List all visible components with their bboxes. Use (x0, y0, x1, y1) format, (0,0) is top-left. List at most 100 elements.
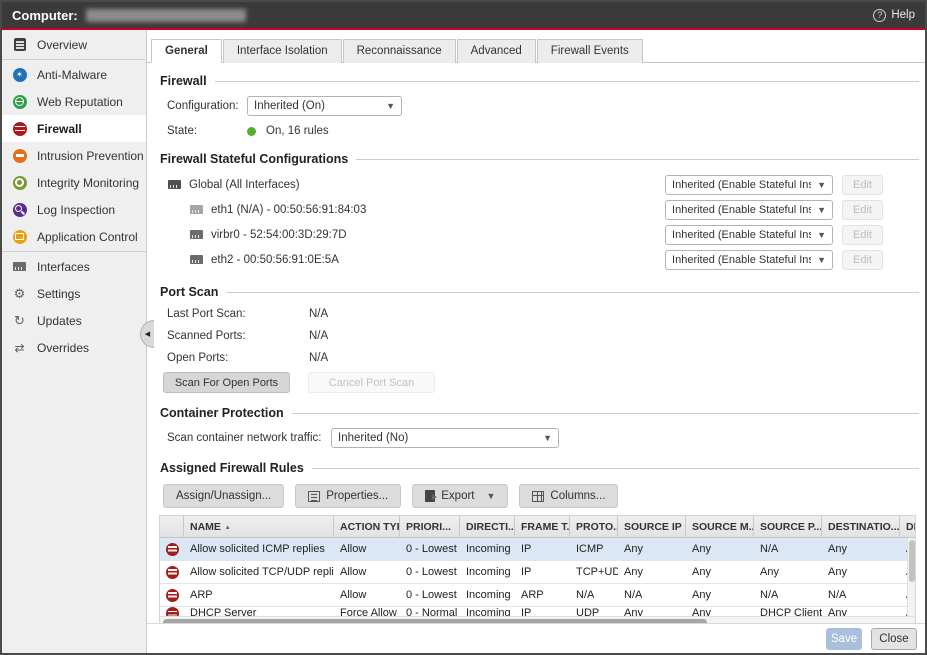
table-row[interactable]: Allow solicited TCP/UDP replies Allow 0 … (160, 561, 916, 584)
stateful-dropdown-virbr0[interactable]: Inherited (Enable Stateful Inspection)▼ (665, 225, 833, 245)
dialog-title: Computer: (12, 8, 78, 23)
firewall-section-title: Firewall (160, 74, 919, 88)
settings-gear-icon: ⚙ (12, 286, 27, 301)
dialog-footer: Save Close (147, 623, 925, 653)
open-ports-label: Open Ports: (167, 352, 309, 364)
columns-button[interactable]: Columns... (519, 484, 618, 508)
header-icon-column (160, 516, 184, 537)
firewall-configuration-dropdown[interactable]: Inherited (On) ▼ (247, 96, 402, 116)
header-priority[interactable]: PRIORI... (400, 516, 460, 537)
header-name[interactable]: NAME▴ (184, 516, 334, 537)
sidebar-item-web-reputation[interactable]: Web Reputation (2, 88, 146, 115)
sidebar-item-updates[interactable]: ↻ Updates (2, 307, 146, 334)
overrides-shuffle-icon: ⇄ (12, 340, 27, 355)
chevron-down-icon: ▼ (487, 491, 496, 501)
tab-bar: General Interface Isolation Reconnaissan… (147, 30, 925, 63)
help-label: Help (891, 9, 915, 21)
stateful-dropdown-eth2[interactable]: Inherited (Enable Stateful Inspection)▼ (665, 250, 833, 270)
tab-advanced[interactable]: Advanced (457, 39, 536, 63)
header-direction[interactable]: DIRECTI... (460, 516, 515, 537)
port-scan-section-title: Port Scan (160, 285, 919, 299)
chevron-down-icon: ▼ (386, 101, 395, 111)
sidebar-item-integrity-monitoring[interactable]: Integrity Monitoring (2, 169, 146, 196)
cell-priority: 0 - Lowest (400, 561, 460, 583)
rules-table: NAME▴ ACTION TYP... PRIORI... DIRECTI...… (159, 515, 916, 627)
header-action-type[interactable]: ACTION TYP... (334, 516, 400, 537)
edit-button-virbr0[interactable]: Edit (842, 225, 883, 245)
state-on-indicator (247, 127, 256, 136)
cell-source-port: Any (754, 561, 822, 583)
sidebar-item-label: Application Control (37, 230, 138, 244)
cell-frame-type: IP (515, 538, 570, 560)
cell-frame-type: ARP (515, 584, 570, 606)
tab-interface-isolation[interactable]: Interface Isolation (223, 39, 342, 63)
stateful-dropdown-global[interactable]: Inherited (Enable Stateful Inspection)▼ (665, 175, 833, 195)
scan-for-open-ports-button[interactable]: Scan For Open Ports (163, 372, 290, 393)
main-content: General Interface Isolation Reconnaissan… (147, 30, 925, 653)
properties-icon (308, 491, 320, 502)
properties-button[interactable]: Properties... (295, 484, 401, 508)
eth1-interface-icon (189, 202, 204, 217)
tab-firewall-events[interactable]: Firewall Events (537, 39, 643, 63)
dropdown-value: Inherited (On) (254, 100, 380, 112)
cell-direction: Incoming (460, 561, 515, 583)
header-source-mac[interactable]: SOURCE M... (686, 516, 754, 537)
sidebar-item-settings[interactable]: ⚙ Settings (2, 280, 146, 307)
cell-priority: 0 - Lowest (400, 584, 460, 606)
scanned-ports-value: N/A (309, 330, 328, 342)
cancel-port-scan-button[interactable]: Cancel Port Scan (308, 372, 435, 393)
edit-button-eth2[interactable]: Edit (842, 250, 883, 270)
save-button[interactable]: Save (826, 628, 862, 650)
header-frame-type[interactable]: FRAME T... (515, 516, 570, 537)
rules-table-header: NAME▴ ACTION TYP... PRIORI... DIRECTI...… (160, 516, 916, 538)
sidebar: Overview ✶ Anti-Malware Web Reputation F… (2, 30, 147, 653)
table-vertical-scrollbar[interactable] (907, 538, 915, 616)
cell-source-mac: Any (686, 561, 754, 583)
container-traffic-dropdown[interactable]: Inherited (No) ▼ (331, 428, 559, 448)
vertical-scrollbar-thumb[interactable] (909, 540, 915, 582)
header-destination[interactable]: DESTINATIO... (822, 516, 900, 537)
state-label: State: (167, 125, 247, 137)
sidebar-item-log-inspection[interactable]: Log Inspection (2, 196, 146, 223)
sidebar-item-label: Integrity Monitoring (37, 176, 139, 190)
updates-refresh-icon: ↻ (12, 313, 27, 328)
chevron-down-icon: ▼ (817, 255, 826, 265)
header-source-port[interactable]: SOURCE P... (754, 516, 822, 537)
export-icon (425, 490, 435, 502)
global-interfaces-icon (167, 177, 182, 192)
assign-unassign-button[interactable]: Assign/Unassign... (163, 484, 284, 508)
export-button[interactable]: Export▼ (412, 484, 508, 508)
edit-button-global[interactable]: Edit (842, 175, 883, 195)
container-protection-section-title: Container Protection (160, 406, 919, 420)
sidebar-item-label: Firewall (37, 122, 82, 136)
header-source-ip[interactable]: SOURCE IP (618, 516, 686, 537)
sidebar-item-firewall[interactable]: Firewall (2, 115, 146, 142)
chevron-down-icon: ▼ (817, 205, 826, 215)
close-button[interactable]: Close (871, 628, 917, 650)
cell-source-port: N/A (754, 538, 822, 560)
header-protocol[interactable]: PROTO... (570, 516, 618, 537)
tab-general[interactable]: General (151, 39, 222, 63)
sidebar-item-overview[interactable]: Overview (2, 31, 146, 58)
sidebar-item-application-control[interactable]: Application Control (2, 223, 146, 250)
table-row[interactable]: Allow solicited ICMP replies Allow 0 - L… (160, 538, 916, 561)
header-destination-2[interactable]: DE (900, 516, 916, 537)
sidebar-item-interfaces[interactable]: Interfaces (2, 253, 146, 280)
stateful-dropdown-eth1[interactable]: Inherited (Enable Stateful Inspection)▼ (665, 200, 833, 220)
tab-reconnaissance[interactable]: Reconnaissance (343, 39, 456, 63)
sidebar-item-label: Intrusion Prevention (37, 149, 144, 163)
cell-source-mac: Any (686, 584, 754, 606)
sidebar-item-intrusion-prevention[interactable]: Intrusion Prevention (2, 142, 146, 169)
virbr0-interface-icon (189, 227, 204, 242)
sidebar-item-anti-malware[interactable]: ✶ Anti-Malware (2, 61, 146, 88)
application-control-icon (12, 229, 27, 244)
sidebar-item-overrides[interactable]: ⇄ Overrides (2, 334, 146, 361)
help-link[interactable]: ? Help (873, 9, 915, 22)
interface-label: Global (All Interfaces) (189, 179, 300, 191)
cell-source-ip: N/A (618, 584, 686, 606)
table-row[interactable]: ARP Allow 0 - Lowest Incoming ARP N/A N/… (160, 584, 916, 607)
interface-label: virbr0 - 52:54:00:3D:29:7D (211, 229, 347, 241)
cell-action: Allow (334, 584, 400, 606)
intrusion-prevention-icon (12, 148, 27, 163)
edit-button-eth1[interactable]: Edit (842, 200, 883, 220)
